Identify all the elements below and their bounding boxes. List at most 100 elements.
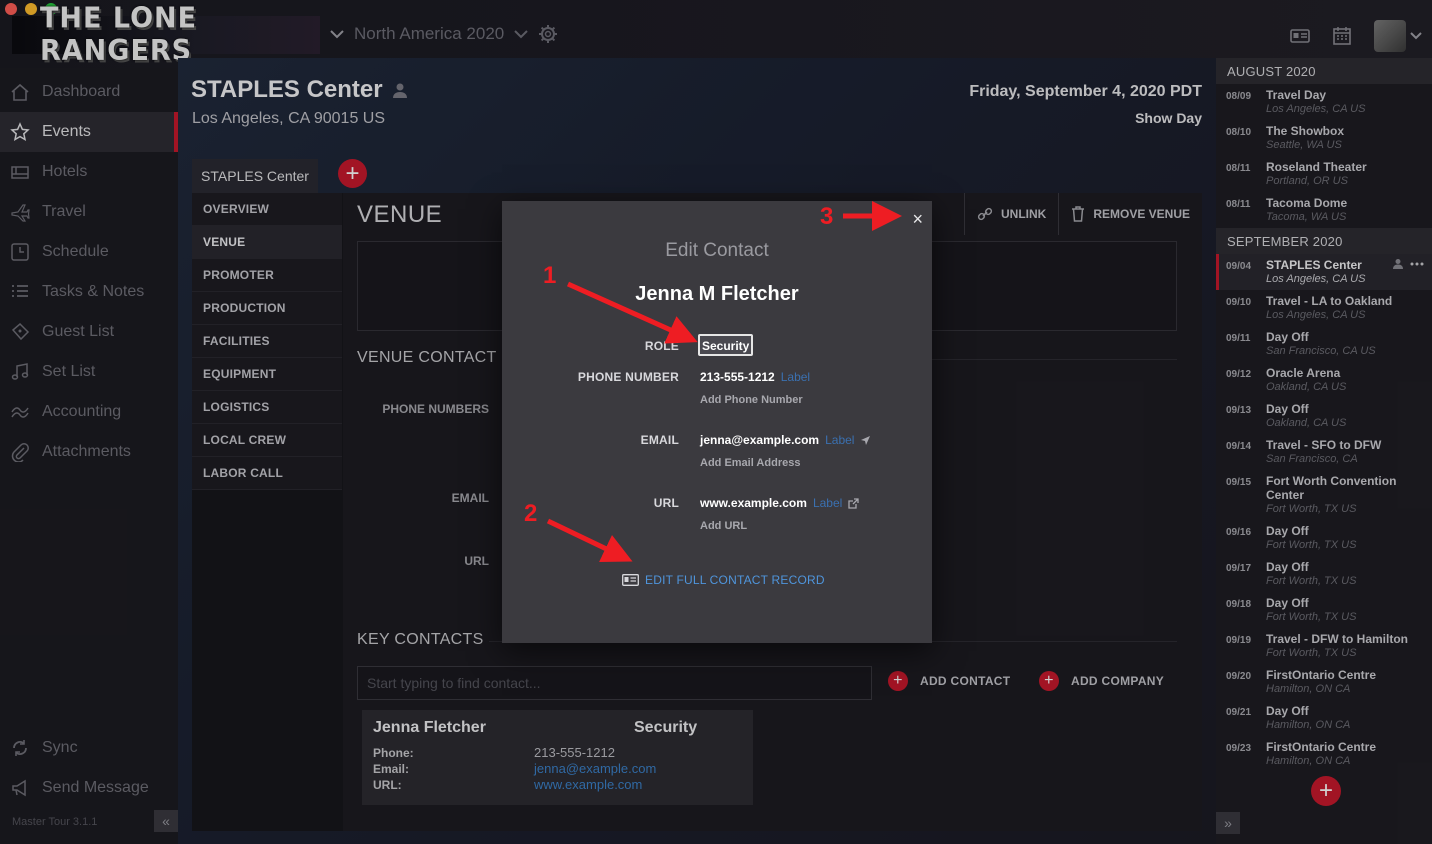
external-link-icon[interactable] — [848, 497, 859, 509]
expand-timeline-button[interactable]: » — [1216, 812, 1240, 834]
send-icon[interactable] — [860, 435, 871, 446]
timeline-event[interactable]: 08/10 The Showbox Seattle, WA US — [1216, 120, 1432, 156]
sidebar-item-guest-list[interactable]: Guest List — [0, 312, 178, 352]
remove-venue-button[interactable]: REMOVE VENUE — [1058, 193, 1202, 235]
minimize-window-button[interactable] — [25, 3, 37, 15]
role-field[interactable]: Security — [698, 334, 754, 356]
edit-full-contact-button[interactable]: EDIT FULL CONTACT RECORD — [622, 573, 825, 587]
pane-actions: UNLINK REMOVE VENUE — [963, 193, 1202, 235]
user-menu[interactable] — [1374, 20, 1422, 52]
contact-search-input[interactable]: Start typing to find contact... — [357, 666, 872, 700]
timeline-event[interactable]: 09/10 Travel - LA to Oakland Los Angeles, … — [1216, 290, 1432, 326]
sidebar-item-attachments[interactable]: Attachments — [0, 432, 178, 472]
add-company-button[interactable]: + ADD COMPANY — [1039, 671, 1164, 691]
send-message-button[interactable]: Send Message — [0, 768, 178, 808]
timeline-event[interactable]: 09/13 Day Off Oakland, CA US — [1216, 398, 1432, 434]
sidebar-item-travel[interactable]: Travel — [0, 192, 178, 232]
section-tab-logistics[interactable]: LOGISTICS — [192, 391, 342, 424]
sidebar-item-schedule[interactable]: Schedule — [0, 232, 178, 272]
plane-icon — [11, 204, 30, 222]
timeline-event[interactable]: 09/12 Oracle Arena Oakland, CA US — [1216, 362, 1432, 398]
timeline-event[interactable]: 09/21 Day Off Hamilton, ON CA — [1216, 700, 1432, 736]
timeline-event[interactable]: 08/11 Roseland Theater Portland, OR US — [1216, 156, 1432, 192]
collapse-sidebar-button[interactable]: « — [154, 810, 178, 832]
person-icon — [391, 81, 409, 99]
timeline-event[interactable]: 09/19 Travel - DFW to Hamilton Fort Worth,… — [1216, 628, 1432, 664]
gear-icon[interactable] — [538, 24, 558, 44]
tour-selector[interactable]: North America 2020 — [330, 24, 558, 44]
section-tab-labor-call[interactable]: LABOR CALL — [192, 457, 342, 490]
timeline-event[interactable]: 09/11 Day Off San Francisco, CA US — [1216, 326, 1432, 362]
add-phone-link[interactable]: Add Phone Number — [700, 394, 803, 406]
sync-icon — [13, 740, 27, 756]
email-label-tag[interactable]: Label — [825, 433, 854, 447]
sidebar-item-label: Attachments — [42, 443, 131, 460]
close-window-button[interactable] — [5, 3, 17, 15]
event-location: Fort Worth, TX US — [1266, 539, 1357, 551]
sidebar-item-hotels[interactable]: Hotels — [0, 152, 178, 192]
contact-name: Jenna Fletcher — [373, 719, 486, 736]
tour-logo: THE LONE RANGERS — [12, 2, 320, 68]
contact-full-name: Jenna M Fletcher — [635, 283, 799, 305]
event-location: Los Angeles, CA US — [1266, 273, 1366, 285]
key-contact-card[interactable]: Jenna Fletcher Security Phone: Email: UR… — [362, 710, 753, 805]
list-icon — [12, 285, 28, 297]
section-tab-promoter[interactable]: PROMOTER — [192, 259, 342, 292]
unlink-button[interactable]: UNLINK — [963, 193, 1058, 235]
close-icon[interactable]: × — [912, 209, 923, 230]
timeline-event[interactable]: 09/15 Fort Worth Convention Center Fort Wo… — [1216, 470, 1432, 520]
timeline-event[interactable]: 09/16 Day Off Fort Worth, TX US — [1216, 520, 1432, 556]
top-right-icons — [1290, 20, 1422, 52]
section-tab-equipment[interactable]: EQUIPMENT — [192, 358, 342, 391]
sidebar-item-accounting[interactable]: Accounting — [0, 392, 178, 432]
timeline-event[interactable]: 09/18 Day Off Fort Worth, TX US — [1216, 592, 1432, 628]
event-location: San Francisco, CA — [1266, 453, 1358, 465]
key-contacts-title: KEY CONTACTS — [357, 631, 484, 648]
sync-button[interactable]: Sync — [0, 728, 178, 768]
phone-label: Phone: — [373, 746, 414, 760]
timeline-event[interactable]: 08/11 Tacoma Dome Tacoma, WA US — [1216, 192, 1432, 228]
add-contact-button[interactable]: + ADD CONTACT — [888, 671, 1010, 691]
event-date: 09/21 — [1226, 707, 1252, 718]
event-title: Travel - DFW to Hamilton — [1266, 632, 1409, 646]
section-tab-venue[interactable]: VENUE — [192, 226, 342, 259]
add-email-link[interactable]: Add Email Address — [700, 457, 800, 469]
timeline-event[interactable]: 09/04 STAPLES Center Los Angeles, CA US — [1216, 254, 1432, 290]
event-location: Fort Worth, TX US — [1266, 611, 1357, 623]
section-tab-production[interactable]: PRODUCTION — [192, 292, 342, 325]
contact-card-icon[interactable] — [1290, 28, 1310, 44]
section-tab-overview[interactable]: OVERVIEW — [192, 193, 342, 226]
timeline-event[interactable]: 09/20 FirstOntario Centre Hamilton, ON CA — [1216, 664, 1432, 700]
sidebar-item-dashboard[interactable]: Dashboard — [0, 72, 178, 112]
remove-venue-label: REMOVE VENUE — [1093, 207, 1190, 221]
phone-number-value[interactable]: 213-555-1212 — [700, 370, 775, 384]
timeline-event[interactable]: 09/23 FirstOntario Centre Hamilton, ON CA — [1216, 736, 1432, 772]
section-tab-facilities[interactable]: FACILITIES — [192, 325, 342, 358]
sidebar-item-events[interactable]: Events — [0, 112, 178, 152]
sidebar-item-set-list[interactable]: Set List — [0, 352, 178, 392]
sidebar-item-label: Schedule — [42, 243, 109, 260]
section-tab-local-crew[interactable]: LOCAL CREW — [192, 424, 342, 457]
app-version: Master Tour 3.1.1 — [12, 816, 98, 828]
url-label-tag[interactable]: Label — [813, 496, 842, 510]
url-value[interactable]: www.example.com — [700, 496, 807, 510]
calendar-icon[interactable] — [1332, 26, 1352, 46]
trash-icon — [1072, 206, 1085, 222]
day-type: Show Day — [1135, 110, 1202, 126]
tab-venue[interactable]: STAPLES Center — [192, 159, 318, 193]
contact-url-link[interactable]: www.example.com — [534, 777, 642, 792]
contact-email-link[interactable]: jenna@example.com — [534, 761, 656, 776]
timeline-event[interactable]: 08/09 Travel Day Los Angeles, CA US — [1216, 84, 1432, 120]
sidebar-item-tasks-notes[interactable]: Tasks & Notes — [0, 272, 178, 312]
event-title: Fort Worth Convention Center — [1266, 474, 1397, 502]
add-tab-button[interactable]: + — [338, 159, 367, 188]
annotation-number: 1 — [543, 262, 557, 289]
phone-label-tag[interactable]: Label — [781, 370, 810, 384]
timeline-event[interactable]: 09/17 Day Off Fort Worth, TX US — [1216, 556, 1432, 592]
timeline-event[interactable]: 09/14 Travel - SFO to DFW San Francisco, C… — [1216, 434, 1432, 470]
event-location: Tacoma, WA US — [1266, 211, 1347, 223]
add-event-button[interactable]: + — [1311, 776, 1341, 806]
add-contact-label: ADD CONTACT — [920, 674, 1011, 688]
email-value[interactable]: jenna@example.com — [700, 433, 819, 447]
add-url-link[interactable]: Add URL — [700, 520, 747, 532]
